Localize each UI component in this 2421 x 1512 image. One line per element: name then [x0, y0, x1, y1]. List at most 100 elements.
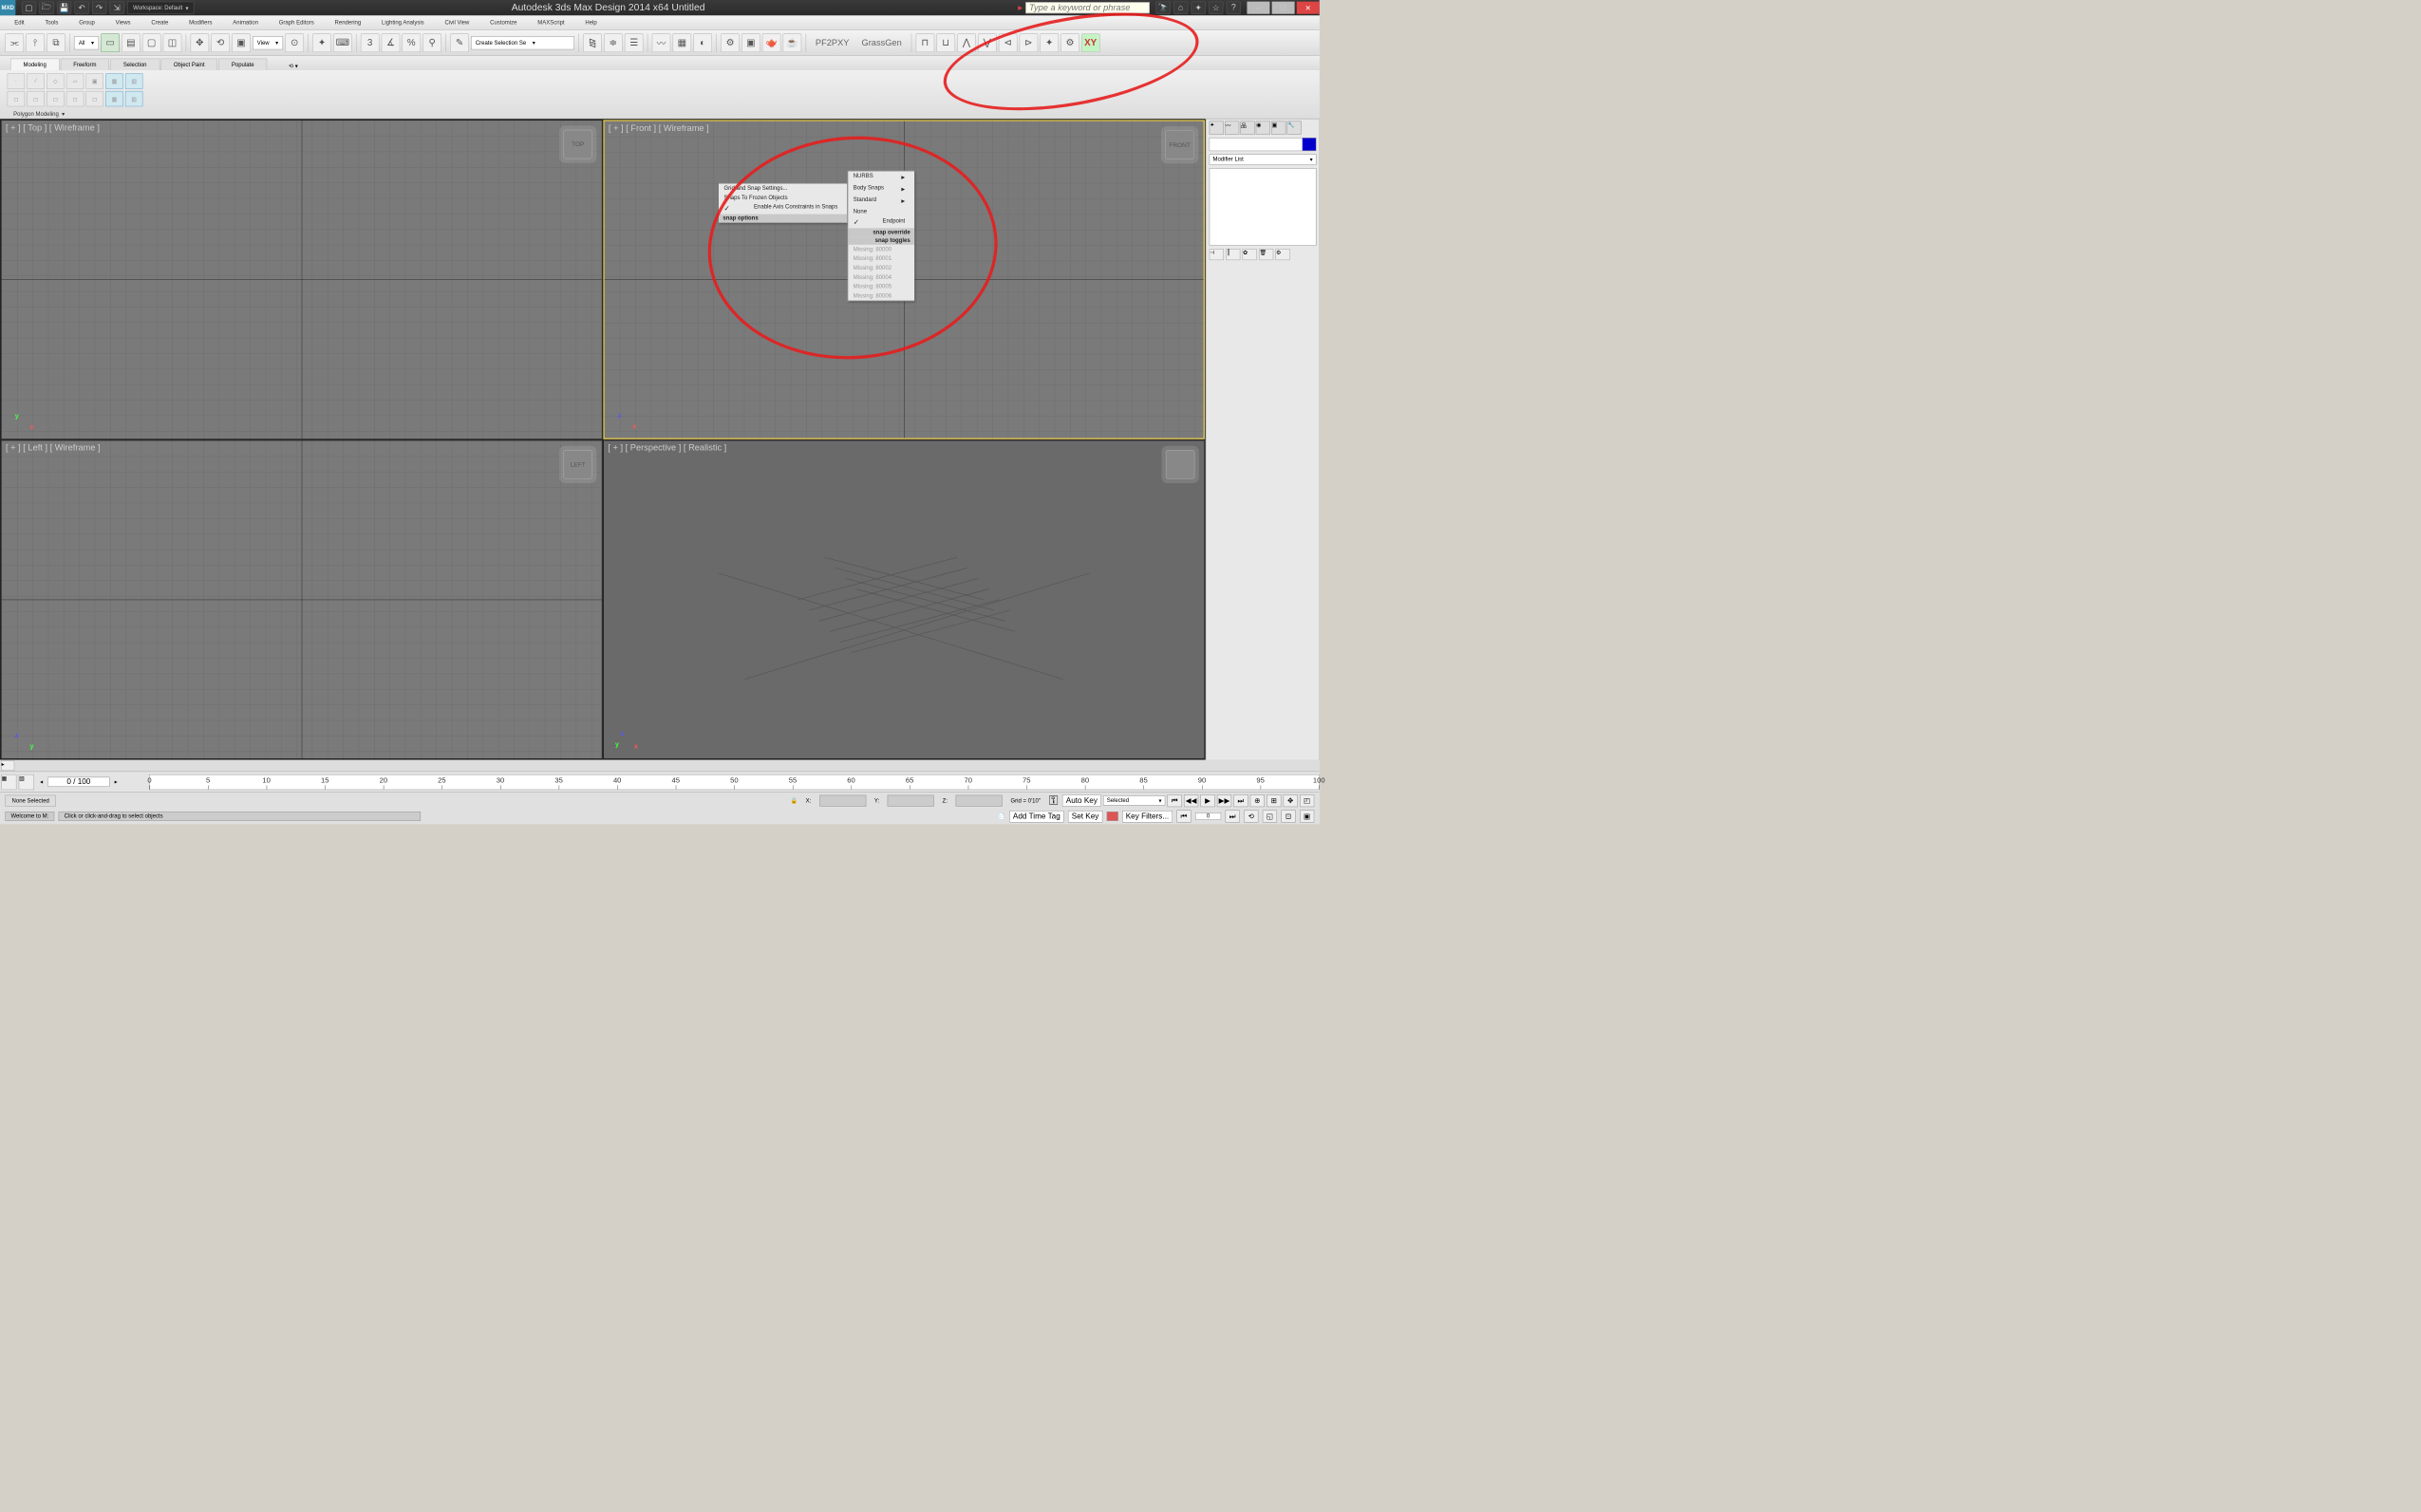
tl-range-field[interactable]: [47, 777, 109, 787]
cp-display-icon[interactable]: ▣: [1271, 121, 1286, 135]
select-name-icon[interactable]: ▤: [122, 33, 141, 52]
poly-b6-icon[interactable]: ▦: [105, 91, 123, 106]
goto-start-icon[interactable]: ⏮: [1168, 794, 1182, 807]
nav5-icon[interactable]: ⟲: [1244, 810, 1258, 822]
ribbon-collapse-toggle[interactable]: ⟲ ▾: [278, 62, 308, 70]
lock-icon[interactable]: 🔒: [790, 797, 797, 804]
bind-icon[interactable]: ⧉: [47, 33, 66, 52]
snap2-icon[interactable]: ⊔: [936, 33, 955, 52]
pf2pxy-label[interactable]: PF2PXY: [810, 38, 854, 48]
tab-populate[interactable]: Populate: [218, 59, 267, 71]
viewport-top-label[interactable]: [ + ] [ Top ] [ Wireframe ]: [6, 122, 100, 133]
angle-snap-icon[interactable]: ∡: [382, 33, 401, 52]
align-icon[interactable]: ≑: [604, 33, 623, 52]
mirror-icon[interactable]: ⧎: [583, 33, 602, 52]
tl-track[interactable]: 0510152025303540455055606570758085909510…: [149, 775, 1320, 790]
viewcube-left[interactable]: LEFT: [564, 450, 593, 479]
viewport-perspective[interactable]: [ + ] [ Perspective ] [ Realistic ] z y: [603, 440, 1204, 759]
menu-rendering[interactable]: Rendering: [330, 17, 365, 28]
move-icon[interactable]: ✥: [190, 33, 209, 52]
poly-edge-icon[interactable]: ∕: [27, 73, 45, 88]
select-rect-icon[interactable]: ▢: [142, 33, 161, 52]
tab-modeling[interactable]: Modeling: [10, 59, 60, 71]
menu-edit[interactable]: Edit: [10, 17, 28, 28]
layers-icon[interactable]: ☰: [625, 33, 644, 52]
select-link-icon[interactable]: ⫘: [5, 33, 24, 52]
edit-named-sel-icon[interactable]: ✎: [450, 33, 469, 52]
keyboard-icon[interactable]: ⌨: [333, 33, 352, 52]
cp-modify-icon[interactable]: 〰: [1225, 121, 1239, 135]
material-editor-icon[interactable]: ◐: [693, 33, 712, 52]
poly-b1-icon[interactable]: ◻: [8, 91, 26, 106]
viewport-left-label[interactable]: [ + ] [ Left ] [ Wireframe ]: [6, 442, 101, 453]
keyfilter-swatch[interactable]: [1107, 812, 1118, 821]
addtimetag-button[interactable]: Add Time Tag: [1009, 811, 1063, 823]
snap-xy-toggle[interactable]: XY: [1081, 33, 1100, 52]
viewcube-top[interactable]: TOP: [564, 130, 593, 159]
snap3-icon[interactable]: ⋀: [957, 33, 976, 52]
subscription-icon[interactable]: ⌂: [1173, 2, 1188, 14]
poly-mode1-icon[interactable]: ▦: [105, 73, 123, 88]
snap5-icon[interactable]: ⊲: [999, 33, 1018, 52]
close-button[interactable]: ✕: [1297, 2, 1320, 14]
setkey-button[interactable]: Set Key: [1068, 811, 1102, 823]
time-next-icon[interactable]: ⏭: [1226, 810, 1240, 822]
render-setup-icon[interactable]: ⚙: [721, 33, 740, 52]
script-icon[interactable]: 📄: [998, 812, 1004, 819]
ctx-grid-snap-settings[interactable]: Grid and Snap Settings...: [719, 183, 847, 193]
object-color-swatch[interactable]: [1303, 139, 1316, 151]
ctx-body-snaps[interactable]: Body Snaps: [848, 183, 914, 196]
modifier-list-dropdown[interactable]: Modifier List▾: [1210, 154, 1317, 164]
nav7-icon[interactable]: ⊡: [1281, 810, 1295, 822]
snap6-icon[interactable]: ⊳: [1019, 33, 1038, 52]
viewport-top[interactable]: [ + ] [ Top ] [ Wireframe ] TOP y x: [1, 120, 602, 439]
menu-group[interactable]: Group: [75, 17, 99, 28]
menu-help[interactable]: Help: [581, 17, 601, 28]
remove-mod-icon[interactable]: 🗑: [1259, 249, 1273, 260]
autokey-button[interactable]: Auto Key: [1062, 794, 1101, 807]
poly-vertex-icon[interactable]: ·: [8, 73, 26, 88]
menu-lighting[interactable]: Lighting Analysis: [378, 17, 428, 28]
current-frame-field[interactable]: [1195, 812, 1221, 820]
binoculars-icon[interactable]: 🔭: [1156, 2, 1171, 14]
snap4-icon[interactable]: ⋁: [978, 33, 997, 52]
tab-freeform[interactable]: Freeform: [61, 59, 110, 71]
prev-frame-icon[interactable]: ◀◀: [1184, 794, 1198, 807]
favorites-icon[interactable]: ☆: [1209, 2, 1223, 14]
viewcube-front[interactable]: FRONT: [1165, 130, 1194, 159]
curve-editor-icon[interactable]: 〰: [652, 33, 671, 52]
render-icon[interactable]: 🫖: [762, 33, 781, 52]
viewport-front[interactable]: [ + ] [ Front ] [ Wireframe ] FRONT z x …: [603, 120, 1204, 439]
ctx-nurbs[interactable]: NURBS: [848, 171, 914, 183]
workspace-selector[interactable]: Workspace: Default▾: [127, 2, 194, 14]
play-icon[interactable]: ▶: [1200, 794, 1214, 807]
schematic-icon[interactable]: ▦: [672, 33, 691, 52]
poly-b4-icon[interactable]: ◻: [66, 91, 84, 106]
make-unique-icon[interactable]: ✿: [1243, 249, 1257, 260]
tl-keymode2-icon[interactable]: ▧: [19, 775, 34, 790]
tl-keymode1-icon[interactable]: ▦: [1, 775, 16, 790]
poly-b5-icon[interactable]: ◻: [85, 91, 103, 106]
window-crossing-icon[interactable]: ◫: [163, 33, 182, 52]
keyfilters-button[interactable]: Key Filters...: [1122, 811, 1173, 823]
tl-range-right[interactable]: ▸: [110, 778, 122, 785]
coord-y-field[interactable]: [888, 794, 934, 806]
new-icon[interactable]: ▢: [22, 2, 36, 14]
poly-mode2-icon[interactable]: ▥: [125, 73, 143, 88]
grassgen-label[interactable]: GrassGen: [856, 38, 907, 48]
ribbon-group-label[interactable]: Polygon Modeling▾: [8, 108, 143, 119]
poly-b2-icon[interactable]: ◻: [27, 91, 45, 106]
ctx-endpoint[interactable]: Endpoint: [848, 216, 914, 229]
modifier-stack[interactable]: [1210, 168, 1317, 246]
poly-element-icon[interactable]: ▣: [85, 73, 103, 88]
ref-coord-system[interactable]: View▾: [253, 36, 283, 49]
search-input[interactable]: [1025, 2, 1150, 13]
ctx-standard[interactable]: Standard: [848, 195, 914, 207]
minimize-button[interactable]: ─: [1247, 2, 1269, 14]
nav1-icon[interactable]: ⊕: [1250, 794, 1265, 807]
select-object-icon[interactable]: ▭: [101, 33, 120, 52]
undo-icon[interactable]: ↶: [74, 2, 88, 14]
viewport-front-label[interactable]: [ + ] [ Front ] [ Wireframe ]: [609, 123, 709, 134]
cp-create-icon[interactable]: ✦: [1210, 121, 1224, 135]
object-name-field[interactable]: [1210, 138, 1317, 151]
